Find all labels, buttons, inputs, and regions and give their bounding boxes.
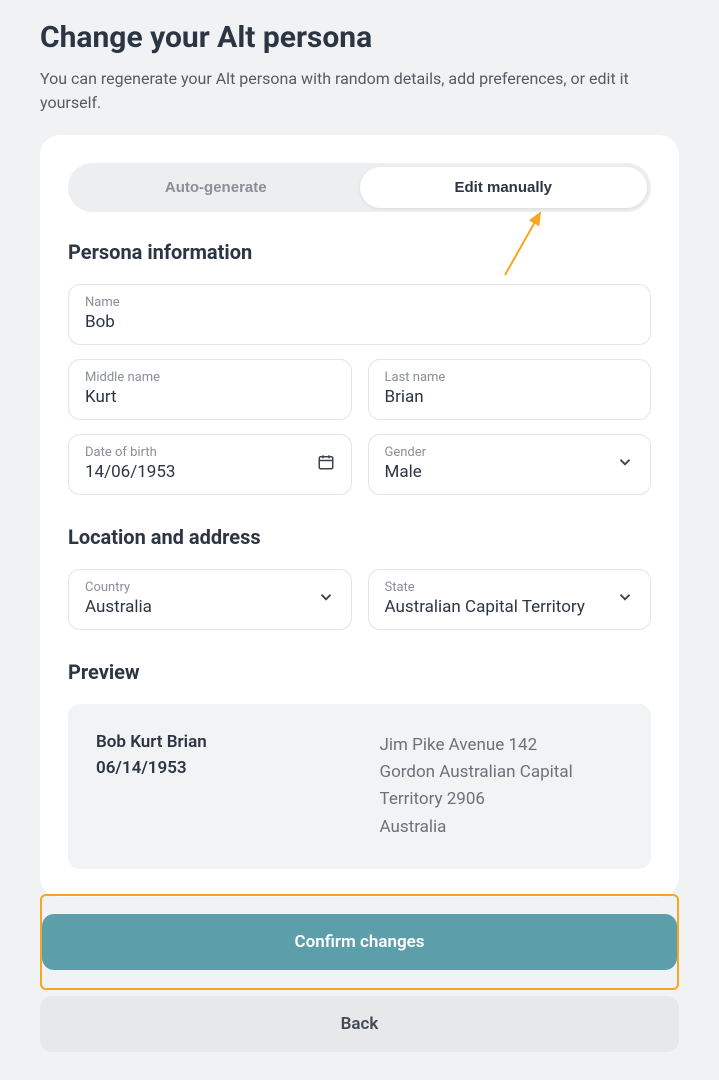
dob-field[interactable]: Date of birth — [68, 434, 352, 495]
preview-dob: 06/14/1953 — [96, 758, 340, 778]
last-name-field[interactable]: Last name — [368, 359, 652, 420]
country-field[interactable]: Country Australia — [68, 569, 352, 630]
name-input[interactable] — [85, 312, 634, 332]
name-field[interactable]: Name — [68, 284, 651, 345]
page-title: Change your Alt persona — [40, 20, 679, 55]
confirm-button[interactable]: Confirm changes — [42, 914, 677, 970]
state-label: State — [385, 580, 617, 595]
middle-name-input[interactable] — [85, 387, 335, 407]
country-label: Country — [85, 580, 317, 595]
gender-label: Gender — [385, 445, 617, 460]
calendar-icon[interactable] — [317, 453, 335, 475]
last-name-label: Last name — [385, 370, 635, 385]
dob-input[interactable] — [85, 462, 317, 482]
chevron-down-icon — [317, 588, 335, 610]
footer-buttons: Confirm changes Back — [40, 894, 679, 1052]
state-field[interactable]: State Australian Capital Territory — [368, 569, 652, 630]
tab-auto-generate[interactable]: Auto-generate — [72, 167, 360, 208]
section-preview: Preview — [68, 660, 651, 684]
section-location: Location and address — [68, 525, 651, 549]
page-subtitle: You can regenerate your Alt persona with… — [40, 67, 679, 115]
tab-edit-manually[interactable]: Edit manually — [360, 167, 648, 208]
confirm-highlight: Confirm changes — [40, 894, 679, 990]
middle-name-field[interactable]: Middle name — [68, 359, 352, 420]
preview-address-line3: Australia — [380, 814, 624, 841]
middle-name-label: Middle name — [85, 370, 335, 385]
gender-value: Male — [385, 462, 617, 482]
section-persona-info: Persona information — [68, 240, 651, 264]
tab-switcher: Auto-generate Edit manually — [68, 163, 651, 212]
preview-name: Bob Kurt Brian — [96, 732, 340, 752]
persona-card: Auto-generate Edit manually Persona info… — [40, 135, 679, 897]
chevron-down-icon — [616, 588, 634, 610]
back-button[interactable]: Back — [40, 996, 679, 1052]
preview-address-line2: Gordon Australian Capital Territory 2906 — [380, 759, 624, 813]
last-name-input[interactable] — [385, 387, 635, 407]
name-label: Name — [85, 295, 634, 310]
dob-label: Date of birth — [85, 445, 317, 460]
preview-box: Bob Kurt Brian 06/14/1953 Jim Pike Avenu… — [68, 704, 651, 869]
gender-field[interactable]: Gender Male — [368, 434, 652, 495]
chevron-down-icon — [616, 453, 634, 475]
country-value: Australia — [85, 597, 317, 617]
state-value: Australian Capital Territory — [385, 597, 617, 617]
preview-address-line1: Jim Pike Avenue 142 — [380, 732, 624, 759]
